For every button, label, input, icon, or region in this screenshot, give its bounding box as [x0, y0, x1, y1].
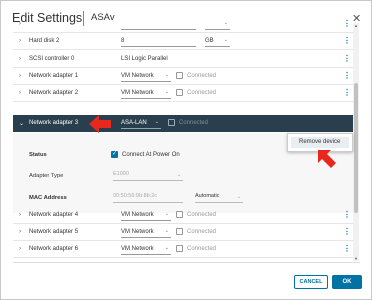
row-label: SCSI controller 0 [29, 56, 75, 62]
chevron-down-icon: ⌄ [164, 89, 169, 95]
scroll-down-icon[interactable]: ▼ [353, 256, 359, 261]
kebab-menu-icon[interactable]: ⋮ [343, 88, 351, 97]
chevron-right-icon[interactable]: › [19, 56, 21, 62]
chevron-down-icon[interactable]: ⌄ [19, 120, 24, 127]
vertical-scrollbar[interactable]: ▲ ▼ [353, 23, 359, 261]
row-label: Network adapter 1 [29, 73, 79, 79]
network-select[interactable]: VM Network ⌄ [121, 210, 171, 221]
row-hard-disk-2[interactable]: › Hard disk 2 8 GB ⌄ ⋮ [13, 33, 353, 50]
ok-button[interactable]: OK [332, 275, 362, 289]
connected-label: Connected [187, 229, 217, 235]
network-value: VM Network [121, 229, 154, 235]
network-select[interactable]: ASA-LAN ⌄ [121, 118, 161, 129]
adapter-type-label: Adapter Type [29, 173, 64, 179]
kebab-menu-icon[interactable]: ⋮ [343, 227, 351, 236]
kebab-menu-icon[interactable]: ⋮ [343, 210, 351, 219]
partial-unit-select[interactable]: ⌄ [205, 19, 230, 30]
network-select[interactable]: VM Network ⌄ [121, 71, 171, 82]
connected-checkbox[interactable] [176, 72, 183, 79]
network-value: VM Network [121, 246, 154, 252]
row-network-adapter-5[interactable]: › Network adapter 5 VM Network ⌄ Connecte… [13, 224, 353, 241]
connected-checkbox[interactable] [176, 245, 183, 252]
mac-address-label: MAC Address [29, 195, 67, 201]
connected-checkbox[interactable] [168, 119, 175, 126]
chevron-down-icon: ⌄ [223, 20, 228, 26]
network-value: VM Network [121, 212, 154, 218]
row-network-adapter-1[interactable]: › Network adapter 1 VM Network ⌄ Connecte… [13, 68, 353, 85]
row-scsi-controller[interactable]: › SCSI controller 0 LSI Logic Parallel ⋮ [13, 51, 353, 68]
disk-unit-select[interactable]: GB ⌄ [205, 36, 230, 47]
network-select[interactable]: VM Network ⌄ [121, 227, 171, 238]
row-network-adapter-3[interactable]: ⌄ Network adapter 3 ASA-LAN ⌄ Connected [13, 115, 353, 132]
network-value: VM Network [121, 90, 154, 96]
chevron-down-icon: ⌄ [164, 211, 169, 217]
row-network-adapter-6[interactable]: › Network adapter 6 VM Network ⌄ Connecte… [13, 241, 353, 258]
kebab-menu-icon[interactable]: ⋮ [343, 19, 351, 28]
row-label: Network adapter 5 [29, 229, 79, 235]
kebab-menu-icon[interactable]: ⋮ [343, 71, 351, 80]
adapter-type-value: E1000 [113, 171, 129, 177]
annotation-arrow-up-left-icon [318, 150, 336, 168]
scroll-thumb[interactable] [354, 83, 358, 213]
chevron-right-icon[interactable]: › [19, 21, 21, 27]
network-select[interactable]: VM Network ⌄ [121, 244, 171, 255]
scsi-type-value: LSI Logic Parallel [121, 56, 168, 62]
chevron-right-icon[interactable]: › [19, 73, 21, 79]
connected-label: Connected [187, 73, 217, 79]
row-label: Network adapter 6 [29, 246, 79, 252]
edit-settings-dialog: Edit Settings ASAv ✕ › ⌄ ⋮ › Hard disk 2… [0, 0, 372, 300]
connected-checkbox[interactable] [176, 211, 183, 218]
scroll-up-icon[interactable]: ▲ [353, 23, 359, 28]
cancel-button[interactable]: CANCEL [294, 275, 328, 289]
chevron-down-icon: ⌄ [164, 72, 169, 78]
unit-value: GB [205, 38, 214, 44]
row-network-adapter-2[interactable]: › Network adapter 2 VM Network ⌄ Connecte… [13, 85, 353, 102]
kebab-menu-icon[interactable]: ⋮ [343, 244, 351, 253]
chevron-right-icon[interactable]: › [19, 38, 21, 44]
connect-at-power-on-checkbox[interactable]: ✓ [111, 151, 118, 158]
chevron-down-icon: ⌄ [223, 37, 228, 43]
chevron-right-icon[interactable]: › [19, 90, 21, 96]
row-label: Network adapter 3 [29, 120, 79, 126]
connected-label: Connected [187, 212, 217, 218]
list-item: › ⌄ ⋮ [13, 19, 353, 33]
network-value: VM Network [121, 73, 154, 79]
chevron-down-icon: ⌄ [164, 245, 169, 251]
network-value: ASA-LAN [121, 120, 147, 126]
chevron-right-icon[interactable]: › [19, 212, 21, 218]
chevron-right-icon[interactable]: › [19, 229, 21, 235]
annotation-arrow-left-icon [89, 115, 111, 133]
chevron-down-icon: ⌄ [164, 228, 169, 234]
network-select[interactable]: VM Network ⌄ [121, 88, 171, 99]
connect-at-power-on-label: Connect At Power On [122, 152, 180, 158]
disk-size-input[interactable]: 8 [121, 36, 196, 47]
kebab-menu-icon[interactable]: ⋮ [343, 54, 351, 63]
chevron-down-icon: ⌄ [176, 172, 181, 178]
chevron-down-icon: ⌄ [236, 194, 241, 200]
connected-checkbox[interactable] [176, 89, 183, 96]
row-label: Network adapter 2 [29, 90, 79, 96]
chevron-right-icon[interactable]: › [19, 246, 21, 252]
row-label: Network adapter 4 [29, 212, 79, 218]
mac-mode-select[interactable]: Automatic ⌄ [195, 193, 243, 203]
kebab-menu-icon[interactable]: ⋮ [343, 36, 351, 45]
row-label: Hard disk 2 [29, 38, 60, 44]
partial-value-field[interactable] [121, 19, 196, 30]
connected-label: Connected [187, 90, 217, 96]
row-network-adapter-4[interactable]: › Network adapter 4 VM Network ⌄ Connecte… [13, 207, 353, 224]
mac-mode-value: Automatic [195, 193, 220, 199]
chevron-down-icon: ⌄ [154, 119, 159, 125]
adapter-type-select[interactable]: E1000 ⌄ [113, 171, 183, 181]
connected-label: Connected [187, 246, 217, 252]
status-label: Status [29, 152, 47, 158]
connected-label: Connected [179, 120, 209, 126]
mac-address-input[interactable]: 00:50:56:9b:8b:2c [113, 193, 183, 203]
connected-checkbox[interactable] [176, 228, 183, 235]
